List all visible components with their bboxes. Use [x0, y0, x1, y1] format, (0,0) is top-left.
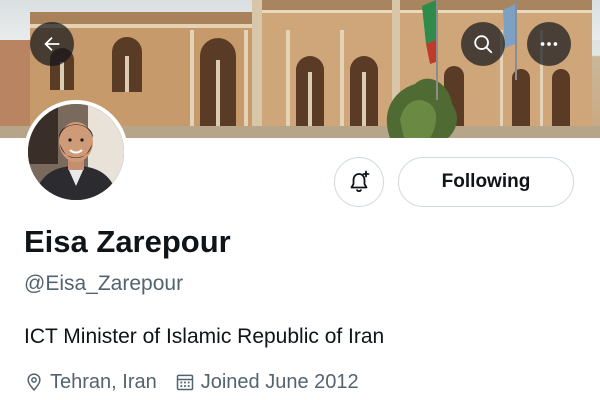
user-handle: @Eisa_Zarepour: [24, 272, 184, 295]
joined-text: Joined June 2012: [200, 370, 359, 393]
search-button[interactable]: [461, 22, 505, 66]
search-icon: [474, 35, 493, 54]
arrow-left-icon: [44, 36, 60, 52]
more-horizontal-icon: [540, 42, 558, 46]
profile-bio: ICT Minister of Islamic Republic of Iran: [24, 325, 385, 348]
following-button[interactable]: Following: [398, 157, 574, 207]
notifications-toggle-button[interactable]: [334, 157, 384, 207]
avatar[interactable]: [24, 100, 128, 204]
profile-meta: Tehran, Iran Joined June 2012: [24, 368, 377, 396]
location-pin-icon: [27, 373, 41, 391]
back-button[interactable]: [30, 22, 74, 66]
location-text: Tehran, Iran: [50, 370, 157, 393]
joined-item: Joined June 2012: [175, 371, 359, 394]
location-item: Tehran, Iran: [24, 371, 157, 394]
display-name: Eisa Zarepour: [24, 224, 231, 259]
avatar-photo: [28, 104, 124, 200]
bell-plus-icon: [350, 170, 370, 192]
more-options-button[interactable]: [527, 22, 571, 66]
calendar-icon: [176, 374, 193, 391]
